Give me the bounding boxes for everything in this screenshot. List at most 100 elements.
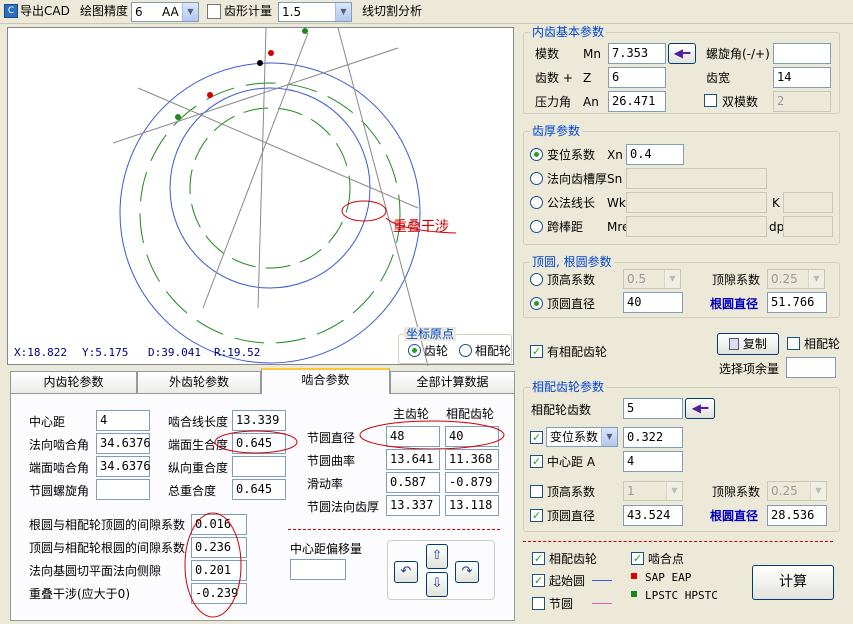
rotate-left-button[interactable]: ↶ bbox=[394, 561, 418, 583]
chevron-down-icon[interactable]: ▼ bbox=[182, 3, 198, 21]
pitch-thick-label: 节圆法向齿厚 bbox=[307, 500, 380, 514]
mating-shift-field[interactable]: 0.322 bbox=[623, 427, 683, 448]
root-dia-field[interactable]: 51.766 bbox=[767, 292, 827, 313]
mating-addendum-checkbox[interactable] bbox=[530, 485, 543, 498]
chevron-down-icon: ▼ bbox=[808, 270, 824, 288]
mating-wheel-checkbox[interactable] bbox=[787, 337, 800, 350]
chevron-down-icon[interactable]: ▼ bbox=[335, 3, 351, 21]
tip-dia-label: 顶圆直径 bbox=[547, 297, 596, 311]
tab-mesh-params[interactable]: 啮合参数 bbox=[261, 368, 390, 394]
teeth-symbol: Z bbox=[583, 71, 592, 85]
tip-dia-radio[interactable] bbox=[530, 297, 543, 310]
copy-button[interactable]: 复制 bbox=[717, 333, 779, 355]
double-module-field: 2 bbox=[773, 91, 831, 112]
mating-shift-checkbox[interactable]: ✓ bbox=[530, 431, 543, 444]
offset-field[interactable] bbox=[290, 559, 346, 580]
chevron-down-icon: ▼ bbox=[666, 482, 682, 500]
axial-overlap-field[interactable] bbox=[232, 456, 286, 477]
pitch-thick-main-field[interactable]: 13.337 bbox=[386, 495, 440, 516]
move-down-button[interactable]: ⇩ bbox=[426, 572, 448, 597]
normal-mesh-angle-field[interactable]: 34.6376 bbox=[96, 433, 151, 454]
display-pitch-checkbox[interactable] bbox=[532, 597, 545, 610]
move-up-button[interactable]: ⇧ bbox=[426, 544, 448, 569]
chevron-down-icon: ▼ bbox=[810, 482, 826, 500]
addendum-label: 顶高系数 bbox=[547, 273, 596, 287]
display-start-checkbox[interactable]: ✓ bbox=[532, 574, 545, 587]
tab-inner-gear[interactable]: 内齿轮参数 bbox=[10, 371, 137, 393]
mating-shift-select[interactable]: 变位系数 ▼ bbox=[546, 427, 618, 447]
slot-field bbox=[626, 168, 767, 189]
arrow-left-button[interactable]: ◀━ bbox=[668, 43, 696, 64]
module-field[interactable]: 7.353 bbox=[608, 43, 666, 64]
outer-circle bbox=[119, 62, 421, 364]
normal-mesh-angle-label: 法向啮合角 bbox=[29, 438, 90, 452]
tooth-measure-label[interactable]: 齿形计量 bbox=[224, 0, 272, 22]
center-distance-field[interactable]: 4 bbox=[96, 410, 150, 431]
span-radio[interactable] bbox=[530, 196, 543, 209]
slot-label: 法向齿槽厚 bbox=[547, 172, 608, 186]
backlash-label: 法向基圆切平面法向侧隙 bbox=[29, 564, 162, 578]
mating-tip-checkbox[interactable]: ✓ bbox=[530, 509, 543, 522]
center-distance-label: 中心距 bbox=[29, 415, 66, 429]
mating-wheel-label: 相配轮 bbox=[804, 337, 841, 351]
shift-field[interactable]: 0.4 bbox=[626, 144, 684, 165]
origin-mating-label: 相配轮 bbox=[475, 344, 512, 358]
gear-drawing-canvas[interactable]: 重叠干涉 X:18.822 Y:5.175 D:39.041 R:19.52 坐… bbox=[7, 27, 514, 366]
start-point bbox=[302, 28, 308, 34]
pitch-curv-main-field[interactable]: 13.641 bbox=[386, 449, 440, 470]
origin-mating-radio[interactable] bbox=[459, 344, 472, 357]
shift-symbol: Xn bbox=[607, 148, 623, 162]
pin-field bbox=[626, 216, 767, 237]
slide-rate-main-field[interactable]: 0.587 bbox=[386, 472, 440, 493]
precision-select[interactable]: 6 AA ▼ bbox=[131, 2, 199, 22]
display-mating-checkbox[interactable]: ✓ bbox=[532, 552, 545, 565]
copy-label: 复制 bbox=[742, 337, 767, 351]
dp-label: dp bbox=[769, 220, 785, 234]
origin-gear-radio[interactable] bbox=[408, 344, 421, 357]
mating-teeth-field[interactable]: 5 bbox=[623, 398, 683, 419]
mesh-line-field[interactable]: 13.339 bbox=[232, 410, 286, 431]
precision-label: 绘图精度 bbox=[80, 4, 129, 18]
mating-arrow-left-button[interactable]: ◀━ bbox=[685, 398, 715, 419]
tab-all-data[interactable]: 全部计算数据 bbox=[390, 371, 515, 393]
shift-radio[interactable] bbox=[530, 148, 543, 161]
mating-tip-field[interactable]: 43.524 bbox=[623, 505, 683, 526]
pitch-curv-mating-field[interactable]: 11.368 bbox=[445, 449, 499, 470]
calculate-button[interactable]: 计算 bbox=[752, 565, 834, 600]
mating-root-field[interactable]: 28.536 bbox=[767, 505, 827, 526]
double-module-checkbox[interactable] bbox=[704, 94, 717, 107]
pressure-label: 压力角 bbox=[535, 95, 572, 109]
pitch-thick-mating-field[interactable]: 13.118 bbox=[445, 495, 499, 516]
addendum-radio[interactable] bbox=[530, 273, 543, 286]
gear-outline bbox=[139, 82, 401, 344]
mating-center-field[interactable]: 4 bbox=[623, 451, 683, 472]
axis-line bbox=[257, 28, 267, 309]
pitch-helix-field[interactable] bbox=[96, 479, 150, 500]
has-mating-checkbox[interactable]: ✓ bbox=[530, 345, 543, 358]
clearance-label: 顶隙系数 bbox=[712, 273, 761, 287]
helix-field[interactable] bbox=[773, 43, 831, 64]
chevron-down-icon[interactable]: ▼ bbox=[601, 428, 617, 446]
face-mesh-angle-field[interactable]: 34.6376 bbox=[96, 456, 151, 477]
pin-radio[interactable] bbox=[530, 220, 543, 233]
tip-dia-field[interactable]: 40 bbox=[623, 292, 683, 313]
rotate-right-button[interactable]: ↷ bbox=[455, 561, 479, 583]
slot-radio[interactable] bbox=[530, 172, 543, 185]
mating-center-checkbox[interactable]: ✓ bbox=[530, 455, 543, 468]
display-mesh-point-checkbox[interactable]: ✓ bbox=[631, 552, 644, 565]
origin-gear-label: 齿轮 bbox=[424, 344, 449, 358]
margin-field[interactable] bbox=[786, 357, 836, 378]
export-cad-icon[interactable]: C bbox=[4, 4, 18, 18]
export-cad-button[interactable]: 导出CAD bbox=[20, 0, 70, 22]
status-d: D:39.041 bbox=[148, 346, 201, 359]
pressure-field[interactable]: 26.471 bbox=[608, 91, 666, 112]
face-mesh-angle-label: 端面啮合角 bbox=[29, 461, 90, 475]
slide-rate-mating-field[interactable]: -0.879 bbox=[445, 472, 499, 493]
teeth-field[interactable]: 6 bbox=[608, 67, 666, 88]
tab-outer-gear[interactable]: 外齿轮参数 bbox=[137, 371, 261, 393]
mesh-point bbox=[268, 50, 274, 56]
width-field[interactable]: 14 bbox=[773, 67, 831, 88]
wire-cut-button[interactable]: 线切割分析 bbox=[362, 0, 422, 22]
total-overlap-field[interactable]: 0.645 bbox=[232, 479, 286, 500]
tooth-measure-select[interactable]: 1.5 ▼ bbox=[278, 2, 352, 22]
